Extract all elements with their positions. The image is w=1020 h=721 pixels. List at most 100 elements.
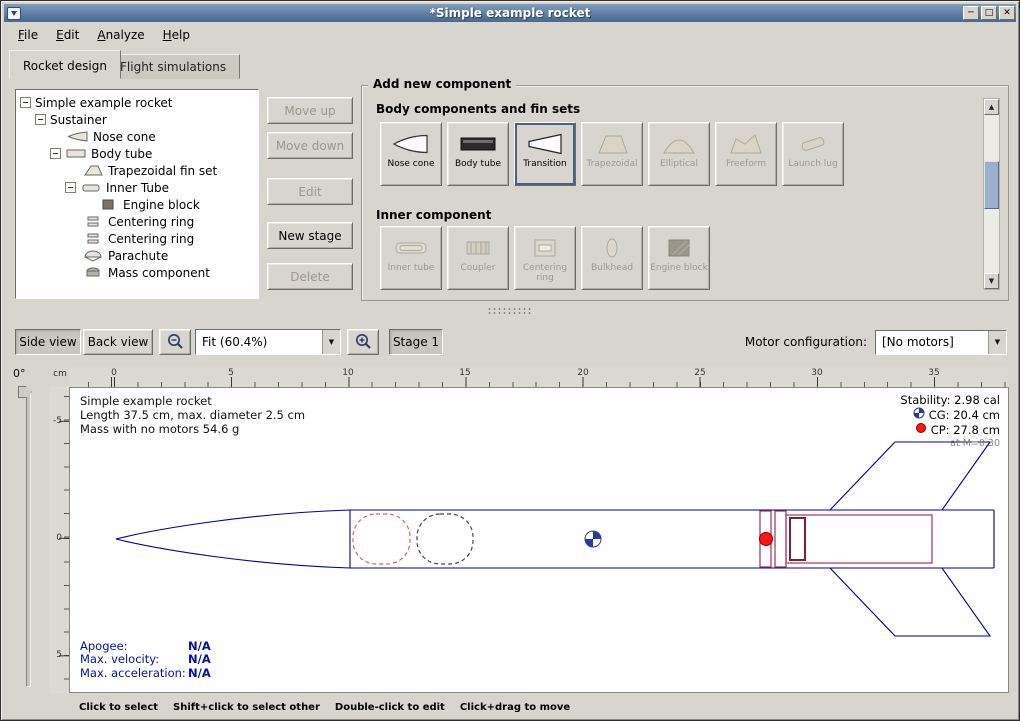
component-button-label: Nose cone	[386, 160, 435, 170]
tree-item-centering-ring-2[interactable]: Centering ring	[18, 230, 256, 247]
launch-lug-component-button[interactable]: Launch lug	[782, 122, 844, 186]
tree-expander-icon[interactable]	[50, 148, 61, 159]
back-view-button[interactable]: Back view	[83, 329, 153, 355]
nose-cone-component-button[interactable]: Nose cone	[380, 122, 442, 186]
tree-item-nose-cone[interactable]: Nose cone	[18, 128, 256, 145]
tree-item-centering-ring-1[interactable]: Centering ring	[18, 213, 256, 230]
scrollbar-thumb[interactable]	[984, 161, 999, 209]
new-stage-button[interactable]: New stage	[267, 222, 353, 249]
rotation-value: 0°	[13, 367, 26, 380]
hint-click-drag: Click+drag to move	[460, 702, 570, 713]
tree-item-label: Centering ring	[108, 232, 194, 246]
freeform-fin-component-button[interactable]: Freeform	[715, 122, 777, 186]
tab-flight-simulations[interactable]: Flight simulations	[106, 54, 240, 79]
tab-rocket-design[interactable]: Rocket design	[9, 50, 121, 79]
zoom-in-icon	[354, 332, 372, 353]
hint-shift-click: Shift+click to select other	[173, 702, 320, 713]
rocket-body-outline[interactable]	[116, 510, 994, 568]
move-up-button[interactable]: Move up	[267, 97, 353, 124]
tree-item-inner-tube[interactable]: Inner Tube	[18, 179, 256, 196]
edit-button[interactable]: Edit	[267, 178, 353, 205]
engine-block-component-button[interactable]: Engine block	[648, 226, 710, 290]
close-button[interactable]: ✕	[999, 6, 1015, 20]
tree-item-label: Simple example rocket	[35, 96, 172, 110]
tree-item-label: Trapezoidal fin set	[108, 164, 217, 178]
rocket-mass: Mass with no motors 54.6 g	[80, 422, 305, 436]
tree-item-body-tube[interactable]: Body tube	[18, 145, 256, 162]
chevron-down-icon[interactable]: ▼	[988, 331, 1006, 354]
elliptical-fin-component-button[interactable]: Elliptical	[648, 122, 710, 186]
tree-item-engine-block[interactable]: Engine block	[18, 196, 256, 213]
delete-button[interactable]: Delete	[267, 263, 353, 290]
menu-help[interactable]: Help	[154, 25, 199, 45]
zoom-out-button[interactable]	[159, 329, 191, 355]
move-down-button[interactable]: Move down	[267, 132, 353, 159]
scroll-down-icon[interactable]	[984, 273, 999, 289]
rotation-slider[interactable]	[26, 391, 31, 687]
side-view-button[interactable]: Side view	[15, 329, 81, 355]
splitter-grip[interactable]	[487, 307, 531, 315]
fin-set-outline[interactable]	[830, 442, 990, 636]
motor-config-value: [No motors]	[876, 335, 988, 349]
max-acceleration-value: N/A	[188, 666, 211, 680]
bodytube-icon	[458, 128, 498, 160]
component-scrollbar[interactable]	[983, 98, 1000, 290]
tree-item-sustainer[interactable]: Sustainer	[18, 111, 256, 128]
menu-file[interactable]: File	[9, 25, 47, 45]
component-tree[interactable]: Simple example rocket Sustainer Nose con…	[15, 89, 259, 299]
stage-1-toggle[interactable]: Stage 1	[389, 329, 443, 355]
coupler-component-button[interactable]: Coupler	[447, 226, 509, 290]
tree-item-label: Parachute	[108, 249, 168, 263]
inner-tube-component-button[interactable]: Inner tube	[380, 226, 442, 290]
parachute-marker[interactable]	[353, 514, 410, 564]
component-button-label: Launch lug	[787, 160, 838, 170]
component-button-label: Elliptical	[659, 160, 699, 170]
tree-item-parachute[interactable]: Parachute	[18, 247, 256, 264]
tree-item-fin-set[interactable]: Trapezoidal fin set	[18, 162, 256, 179]
tree-expander-icon[interactable]	[65, 182, 76, 193]
component-button-label: Coupler	[460, 264, 497, 274]
inner-tube-outline[interactable]	[786, 515, 932, 563]
launch-lug-icon	[793, 128, 833, 160]
tree-expander-icon[interactable]	[20, 97, 31, 108]
freeform-fin-icon	[726, 128, 766, 160]
vertical-ruler: -5 0 5	[49, 387, 69, 693]
trapezoidal-fin-component-button[interactable]: Trapezoidal	[581, 122, 643, 186]
add-component-title: Add new component	[368, 77, 516, 91]
scroll-up-icon[interactable]	[984, 99, 999, 115]
menu-edit[interactable]: Edit	[47, 25, 88, 45]
tree-item-mass-component[interactable]: Mass component	[18, 264, 256, 281]
rocket-canvas[interactable]: Simple example rocket Length 37.5 cm, ma…	[69, 387, 1009, 693]
titlebar[interactable]: *Simple example rocket ─ □ ✕	[4, 4, 1016, 22]
zoom-select[interactable]: Fit (60.4%) ▼	[195, 329, 341, 355]
tree-item-label: Centering ring	[108, 215, 194, 229]
minimize-button[interactable]: ─	[963, 6, 979, 20]
transition-icon	[525, 128, 565, 160]
centeringring-icon	[82, 232, 104, 245]
view-toolbar: Side view Back view Fit (60.4%) ▼ Stage …	[9, 327, 1011, 359]
chevron-down-icon[interactable]: ▼	[322, 330, 340, 354]
transition-component-button[interactable]: Transition	[514, 122, 576, 186]
app-icon[interactable]	[7, 7, 21, 20]
mach-value: at M=0.30	[900, 437, 1000, 451]
tree-expander-icon[interactable]	[35, 114, 46, 125]
tree-item-rocket[interactable]: Simple example rocket	[18, 94, 256, 111]
motor-config-select[interactable]: [No motors] ▼	[875, 330, 1007, 355]
bulkhead-component-button[interactable]: Bulkhead	[581, 226, 643, 290]
centering-ring-component-button[interactable]: Centering ring	[514, 226, 576, 290]
zoom-out-icon	[166, 332, 184, 353]
component-button-label: Centering ring	[515, 264, 575, 284]
engine-block-outline[interactable]	[790, 518, 805, 560]
window-title: *Simple example rocket	[4, 4, 1016, 22]
body-components-label: Body components and fin sets	[376, 102, 580, 116]
body-tube-component-button[interactable]: Body tube	[447, 122, 509, 186]
innertube-icon	[80, 181, 102, 194]
nosecone-icon	[391, 128, 431, 160]
zoom-in-button[interactable]	[347, 329, 379, 355]
maximize-button[interactable]: □	[981, 6, 997, 20]
mass-component-marker[interactable]	[417, 514, 473, 564]
max-acceleration-label: Max. acceleration:	[80, 667, 188, 681]
menu-analyze[interactable]: Analyze	[88, 25, 153, 45]
flight-data: Apogee:N/A Max. velocity:N/A Max. accele…	[80, 640, 211, 681]
horizontal-splitter[interactable]	[7, 304, 1013, 318]
